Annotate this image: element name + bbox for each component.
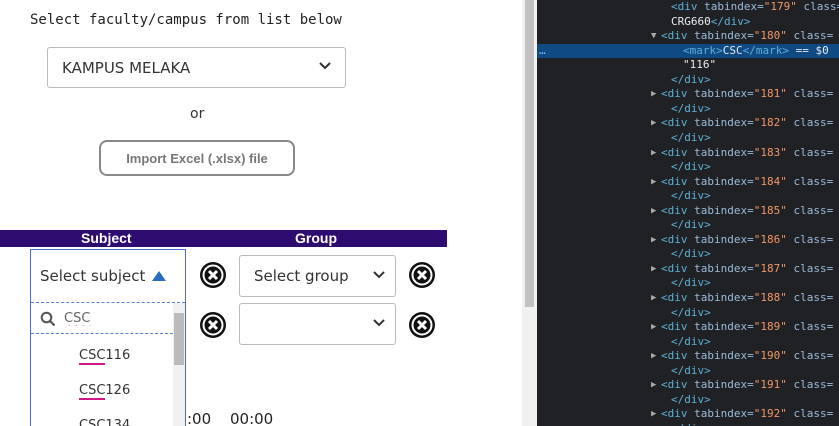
remove-group-button[interactable] <box>409 262 435 288</box>
close-icon <box>202 314 224 336</box>
dom-tree-node[interactable]: ▶ <div tabindex="186" class= <box>537 233 839 247</box>
faculty-select-value: KAMPUS MELAKA <box>62 58 191 77</box>
dom-tree-node[interactable]: ▶ <div tabindex="191" class= <box>537 378 839 392</box>
group-select[interactable]: Select group <box>239 255 396 297</box>
dom-tree-node[interactable]: </div> <box>537 393 839 407</box>
close-icon <box>202 264 224 286</box>
dom-tree-node[interactable]: ▶ <div tabindex="188" class= <box>537 291 839 305</box>
dom-tree-node[interactable]: ▶ <div tabindex="183" class= <box>537 146 839 160</box>
dom-tree-node[interactable]: </div> <box>537 422 839 426</box>
dom-tree-node[interactable]: ▶ <div tabindex="185" class= <box>537 204 839 218</box>
expand-triangle-right-icon[interactable]: ▶ <box>651 116 656 130</box>
subject-placeholder: Select subject <box>40 267 146 285</box>
dom-tree-node[interactable]: ▶ <div tabindex="181" class= <box>537 87 839 101</box>
dom-tree-node[interactable]: ▶ <div tabindex="189" class= <box>537 320 839 334</box>
dom-tree-node[interactable]: </div> <box>537 160 839 174</box>
subject-dropdown[interactable]: Select subject CSC116 CSC126 CSC134 <box>30 249 186 426</box>
dom-tree-node[interactable]: ▶ <div tabindex="187" class= <box>537 262 839 276</box>
dom-tree-node[interactable]: "116" <box>537 58 839 72</box>
chevron-down-icon <box>373 318 385 330</box>
dom-tree-node[interactable]: </div> <box>537 73 839 87</box>
faculty-campus-select[interactable]: KAMPUS MELAKA <box>47 47 346 88</box>
remove-subject-button[interactable] <box>200 312 226 338</box>
table-header: Subject Group <box>0 230 447 247</box>
close-icon <box>411 314 433 336</box>
subject-option[interactable]: CSC134 <box>79 418 130 426</box>
expand-triangle-right-icon[interactable]: ▶ <box>651 291 656 305</box>
group-select[interactable] <box>239 303 396 345</box>
expand-triangle-right-icon[interactable]: ▶ <box>651 320 656 334</box>
search-icon <box>40 311 56 327</box>
expand-triangle-right-icon[interactable]: ▶ <box>651 175 656 189</box>
expand-triangle-right-icon[interactable]: ▶ <box>651 262 656 276</box>
expand-triangle-right-icon[interactable]: ▶ <box>651 407 656 421</box>
expand-triangle-right-icon[interactable]: ▶ <box>651 87 656 101</box>
subject-search-row <box>31 303 173 334</box>
close-icon <box>411 264 433 286</box>
group-column-header: Group <box>295 230 337 246</box>
subject-option[interactable]: CSC116 <box>79 348 130 365</box>
dom-tree-node[interactable]: ▼ <div tabindex="180" class= <box>537 29 839 43</box>
dom-tree-node[interactable]: ▶ <div tabindex="190" class= <box>537 349 839 363</box>
subject-search-input[interactable] <box>64 308 164 328</box>
dom-tree-node[interactable]: ▶ <div tabindex="192" class= <box>537 407 839 421</box>
dom-tree-node[interactable]: CRG660</div> <box>537 15 839 29</box>
remove-group-button[interactable] <box>409 312 435 338</box>
expand-triangle-down-icon[interactable]: ▼ <box>651 29 656 43</box>
import-excel-button[interactable]: Import Excel (.xlsx) file <box>99 140 295 176</box>
dom-tree-node[interactable]: </div> <box>537 276 839 290</box>
dom-tree-node[interactable]: </div> <box>537 218 839 232</box>
or-separator: or <box>190 106 205 122</box>
page-scrollbar-thumb[interactable] <box>525 0 534 307</box>
devtools-elements-panel: <div tabindex="179" class= CRG660</div> ▼ <… <box>537 0 839 426</box>
page-scrollbar[interactable] <box>522 0 537 426</box>
expand-triangle-right-icon[interactable]: ▶ <box>651 349 656 363</box>
dom-tree-node[interactable]: <div tabindex="179" class= <box>537 0 839 14</box>
caret-up-icon <box>152 271 166 281</box>
dom-tree-node[interactable]: </div> <box>537 364 839 378</box>
selected-node-marker: … <box>539 43 546 57</box>
dom-tree-node[interactable]: </div> <box>537 335 839 349</box>
remove-subject-button[interactable] <box>200 262 226 288</box>
dom-tree-node[interactable]: ▶ <div tabindex="182" class= <box>537 116 839 130</box>
dom-tree-node[interactable]: </div> <box>537 189 839 203</box>
instruction-text: Select faculty/campus from list below <box>30 12 342 28</box>
dom-tree-node[interactable]: ▶ <div tabindex="184" class= <box>537 175 839 189</box>
time-start: :00 <box>187 410 212 426</box>
dom-tree-node[interactable]: </div> <box>537 102 839 116</box>
subject-dropdown-toggle[interactable]: Select subject <box>31 250 185 303</box>
expand-triangle-right-icon[interactable]: ▶ <box>651 233 656 247</box>
dom-tree-node[interactable]: </div> <box>537 247 839 261</box>
subject-list-scrollbar[interactable] <box>173 303 185 426</box>
group-select-value: Select group <box>254 267 349 285</box>
dom-tree-node[interactable]: … <mark>CSC</mark> == $0 <box>537 43 839 58</box>
chevron-down-icon <box>373 270 385 282</box>
expand-triangle-right-icon[interactable]: ▶ <box>651 204 656 218</box>
chevron-down-icon <box>319 62 331 73</box>
time-end: 00:00 <box>230 410 274 426</box>
expand-triangle-right-icon[interactable]: ▶ <box>651 378 656 392</box>
expand-triangle-right-icon[interactable]: ▶ <box>651 146 656 160</box>
dom-tree-node[interactable]: </div> <box>537 306 839 320</box>
subject-column-header: Subject <box>81 230 132 246</box>
web-page: Select faculty/campus from list below KA… <box>0 0 522 426</box>
subject-option[interactable]: CSC126 <box>79 383 130 400</box>
dom-tree-node[interactable]: </div> <box>537 131 839 145</box>
